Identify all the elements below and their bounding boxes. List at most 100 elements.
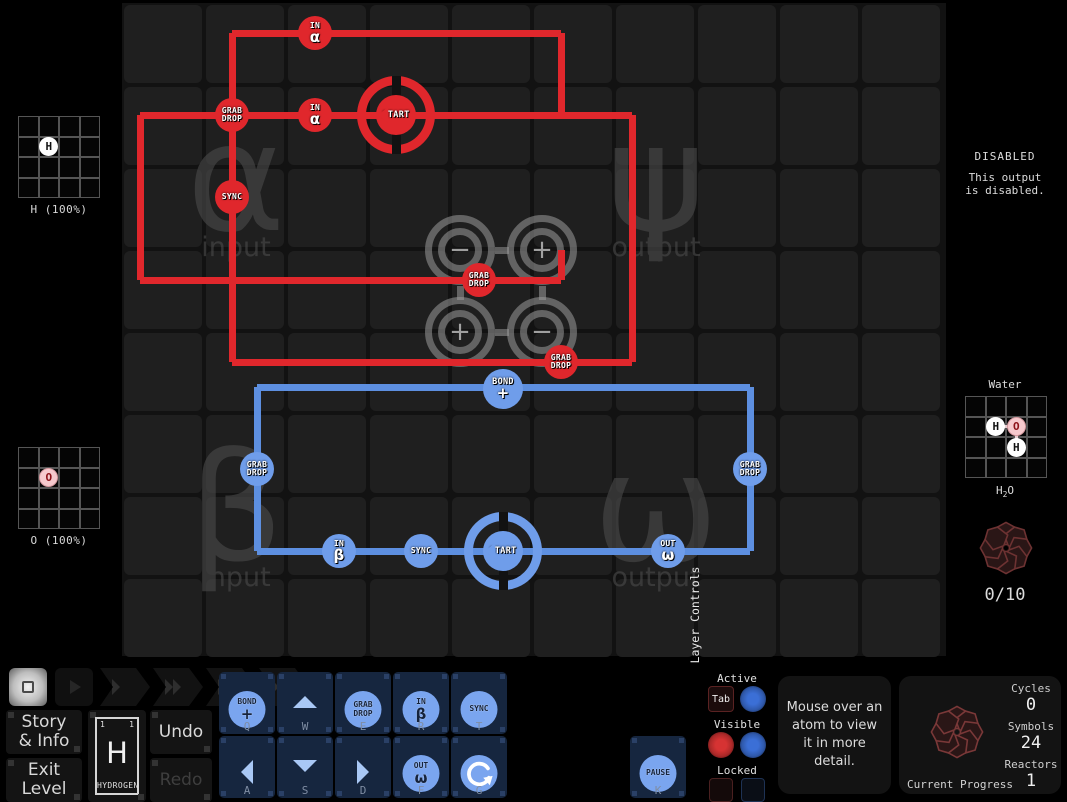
preview-cell — [965, 437, 986, 458]
flower-petals-icon — [917, 692, 997, 772]
element-card-frame: 1 1 H HYDROGEN — [95, 717, 139, 795]
corner-bracket — [442, 738, 447, 743]
layer-visible-label: Visible — [706, 718, 768, 731]
preview-cell — [1027, 417, 1048, 438]
stat-label-reactors: Reactors — [1003, 758, 1059, 771]
corner-bracket — [500, 674, 505, 679]
stat-value-symbols: 24 — [1003, 733, 1059, 753]
in-node[interactable]: INα — [298, 98, 332, 132]
in-node[interactable]: INα — [298, 16, 332, 50]
circuit-wire — [558, 250, 565, 280]
corner-bracket — [384, 738, 389, 743]
hint-line: atom to view — [787, 717, 883, 735]
grabdrop-node[interactable]: GRABDROP — [544, 345, 578, 379]
circuit-layer[interactable]: INαGRABDROPINαSTARTSYNCGRABDROPGRABDROPB… — [122, 3, 946, 656]
preview-cell — [80, 488, 101, 509]
layer-active-blue-dot[interactable] — [740, 686, 766, 712]
chevron-right-icon — [173, 679, 181, 695]
exit-level-button[interactable]: Exit Level — [6, 758, 82, 802]
preview-cell — [59, 447, 80, 468]
arrow-right-icon-button[interactable]: D — [335, 736, 391, 798]
output-disabled-line1: This output — [950, 171, 1060, 184]
progress-flower-icon — [966, 508, 1046, 588]
in-node[interactable]: INβ — [322, 534, 356, 568]
grabdrop-node[interactable]: GRABDROP — [215, 98, 249, 132]
preview-cell — [59, 116, 80, 137]
undo-button[interactable]: Undo — [150, 710, 212, 754]
grab-drop-icon-button[interactable]: GRABDROPE — [335, 672, 391, 734]
corner-bracket — [268, 674, 273, 679]
node-glyph: α — [310, 30, 321, 44]
ring-gap — [392, 76, 401, 96]
story-info-button[interactable]: Story & Info — [6, 710, 82, 754]
key-shortcut-label: S — [277, 784, 333, 797]
preview-cell — [80, 116, 101, 137]
pause-icon-button[interactable]: PAUSEK — [630, 736, 686, 798]
key-shortcut-label: R — [393, 720, 449, 733]
preview-cell — [18, 116, 39, 137]
corner-bracket — [326, 738, 331, 743]
stat-label-symbols: Symbols — [1003, 720, 1059, 733]
grabdrop-node[interactable]: GRABDROP — [733, 452, 767, 486]
arrow-down-icon — [293, 760, 317, 772]
layer-locked-blue-box[interactable] — [741, 778, 765, 802]
sync-node[interactable]: SYNC — [215, 180, 249, 214]
grabdrop-node[interactable]: GRABDROP — [462, 263, 496, 297]
rotate-icon-button[interactable]: G — [451, 736, 507, 798]
water-grid: HOH — [965, 396, 1047, 478]
hint-line: detail. — [787, 753, 883, 771]
bond-plus-icon-button[interactable]: BOND+Q — [219, 672, 275, 734]
layer-locked-red-box[interactable] — [709, 778, 733, 802]
bond-node[interactable]: BOND+ — [483, 369, 523, 409]
layer-controls[interactable]: Layer Controls Active Tab Visible Locked — [690, 668, 768, 798]
circuit-wire — [232, 30, 561, 37]
preview-cell — [1006, 458, 1027, 479]
layer-controls-title: Layer Controls — [688, 556, 702, 674]
reactor-grid[interactable]: αinputψoutputβinputωoutput −++− INαGRABD… — [122, 3, 946, 656]
preview-cell — [59, 178, 80, 199]
atom-O: O — [1007, 417, 1026, 436]
node-bottom-label: DROP — [222, 115, 242, 123]
out-node[interactable]: OUTω — [651, 534, 685, 568]
story-line-2: & Info — [19, 731, 70, 751]
bottom-toolbar[interactable]: Story & Info Exit Level 1 1 H HYDROGEN U… — [0, 664, 1067, 800]
preview-cell — [965, 417, 986, 438]
preview-cell — [80, 178, 101, 199]
arrow-down-icon-button[interactable]: S — [277, 736, 333, 798]
corner-bracket — [442, 674, 447, 679]
sync-node[interactable]: SYNC — [404, 534, 438, 568]
key-shortcut-label: E — [335, 720, 391, 733]
corner-bracket — [453, 738, 458, 743]
output-omega-icon-button[interactable]: OUTωF — [393, 736, 449, 798]
node-top-label: SYNC — [411, 547, 431, 555]
input-beta-icon-button[interactable]: INβR — [393, 672, 449, 734]
speed-step-1[interactable] — [100, 668, 150, 706]
grabdrop-node[interactable]: GRABDROP — [240, 452, 274, 486]
arrow-left-icon-button[interactable]: A — [219, 736, 275, 798]
play-button[interactable] — [55, 668, 93, 706]
layer-visible-red-dot[interactable] — [708, 732, 734, 758]
preview-cell — [59, 509, 80, 530]
selected-element-card[interactable]: 1 1 H HYDROGEN — [88, 710, 146, 802]
speed-step-2[interactable] — [153, 668, 203, 706]
layer-visible-blue-dot[interactable] — [740, 732, 766, 758]
output-disabled-title: DISABLED — [950, 150, 1060, 163]
element-number-right: 1 — [129, 720, 134, 729]
corner-bracket — [395, 674, 400, 679]
preview-cell — [39, 178, 60, 199]
redo-button[interactable]: Redo — [150, 758, 212, 802]
input-alpha-caption: H (100%) — [18, 203, 100, 216]
corner-bracket — [326, 674, 331, 679]
layer-active-red-tab[interactable]: Tab — [708, 686, 734, 712]
preview-cell — [986, 458, 1007, 479]
current-progress-flower-icon — [917, 692, 997, 772]
arrow-up-icon-button[interactable]: W — [277, 672, 333, 734]
preview-cell — [986, 396, 1007, 417]
flower-petals-icon — [966, 508, 1046, 588]
node-glyph: + — [497, 386, 510, 400]
key-top-label: PAUSE — [646, 769, 670, 778]
hint-line: Mouse over an — [787, 699, 883, 717]
stop-button[interactable] — [9, 668, 47, 706]
sync-icon-button[interactable]: SYNCT — [451, 672, 507, 734]
current-progress-label: Current Progress — [905, 778, 1015, 791]
